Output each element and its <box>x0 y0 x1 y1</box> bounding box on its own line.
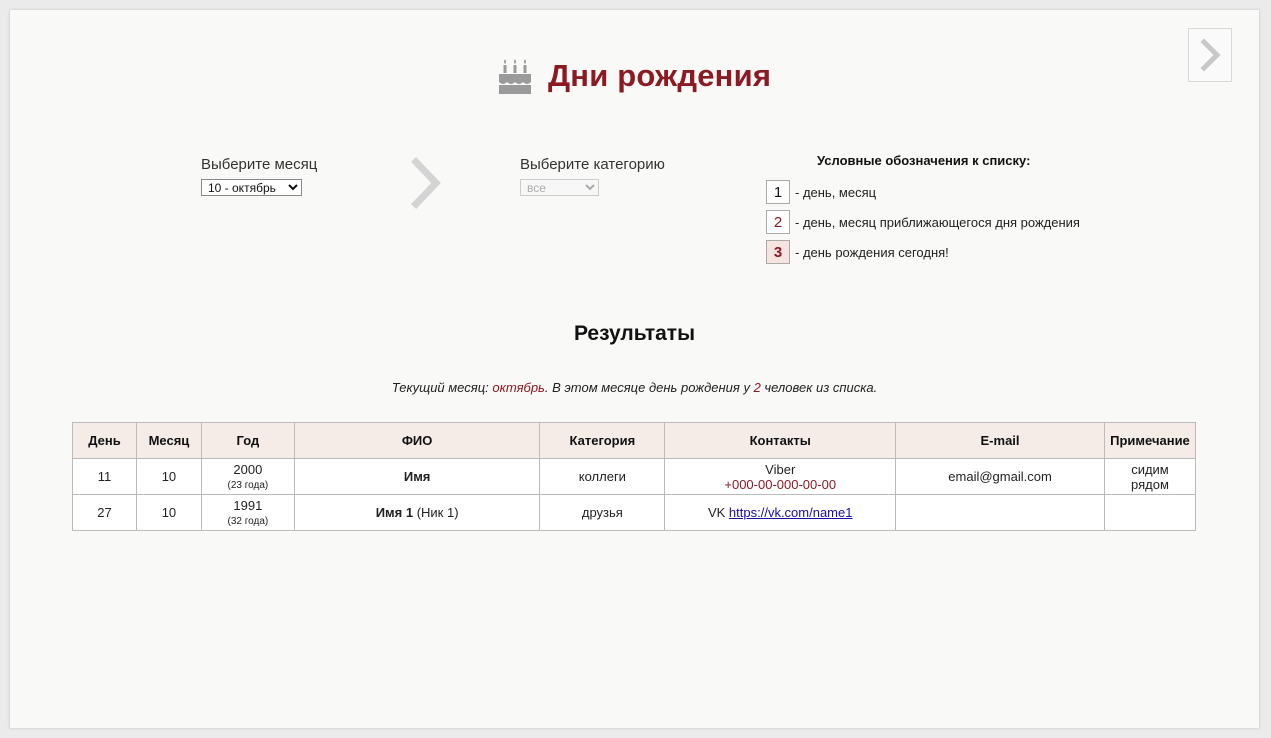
cell-month: 10 <box>135 494 202 531</box>
summary-suffix: человек из списка. <box>760 380 878 395</box>
category-label: Выберите категорию <box>520 156 665 173</box>
contact-vk-link[interactable]: https://vk.com/name1 <box>729 505 853 520</box>
cell-day: 27 <box>72 494 137 531</box>
cell-name: Имя 1 (Ник 1) <box>293 494 541 531</box>
legend-text: - день, месяц приближающегося дня рожден… <box>795 214 1080 230</box>
legend-title: Условные обозначения к списку: <box>817 153 1031 168</box>
legend-box-day: 1 <box>766 180 790 204</box>
chevron-right-icon <box>411 157 441 209</box>
legend-item: 2 - день, месяц приближающегося дня рожд… <box>766 210 1106 234</box>
contact-type: Viber <box>765 461 796 477</box>
year-value: 2000 <box>233 461 263 477</box>
cell-year: 2000 (23 года) <box>200 458 295 495</box>
person-nick: (Ник 1) <box>416 505 459 520</box>
results-title: Результаты <box>573 322 696 345</box>
cell-contacts: Viber +000-00-000-00-00 <box>664 458 897 495</box>
cell-email <box>895 494 1105 531</box>
step-arrow <box>410 156 444 215</box>
page-title: Дни рождения <box>548 58 772 93</box>
results-table: День Месяц Год ФИО Категория Контакты E-… <box>72 422 1197 531</box>
table-row: 11 10 2000 (23 года) Имя коллеги Viber +… <box>72 458 1197 495</box>
month-select[interactable]: 10 - октябрь <box>201 179 302 196</box>
summary-prefix: Текущий месяц: <box>391 380 493 395</box>
cell-note: сидим рядом <box>1103 458 1197 495</box>
cell-email: email@gmail.com <box>895 458 1105 495</box>
legend-box-today: 3 <box>766 240 790 264</box>
column-header-name[interactable]: ФИО <box>293 422 541 459</box>
column-header-category[interactable]: Категория <box>539 422 666 459</box>
legend-item: 1 - день, месяц <box>766 180 1106 204</box>
age-value: (23 года) <box>227 479 269 491</box>
cell-day: 11 <box>72 458 137 495</box>
month-filter: Выберите месяц 10 - октябрь <box>201 156 317 197</box>
category-filter: Выберите категорию все <box>520 156 665 197</box>
column-header-note[interactable]: Примечание <box>1103 422 1197 459</box>
column-header-email[interactable]: E-mail <box>895 422 1105 459</box>
category-select[interactable]: все <box>520 179 599 196</box>
legend: Условные обозначения к списку: 1 - день,… <box>766 153 1106 270</box>
cell-contacts: VK https://vk.com/name1 <box>664 494 897 531</box>
cell-month: 10 <box>135 458 202 495</box>
column-header-month[interactable]: Месяц <box>135 422 202 459</box>
person-name: Имя <box>403 469 431 484</box>
summary-count: 2 <box>753 380 761 395</box>
summary-middle: . В этом месяце день рождения у <box>544 380 754 395</box>
cell-category: друзья <box>539 494 666 531</box>
cell-category: коллеги <box>539 458 666 495</box>
legend-item: 3 - день рождения сегодня! <box>766 240 1106 264</box>
contact-type: VK <box>707 505 726 520</box>
birthday-cake-icon <box>499 59 531 94</box>
chevron-right-icon <box>1200 38 1221 72</box>
column-header-year[interactable]: Год <box>200 422 295 459</box>
table-row: 27 10 1991 (32 года) Имя 1 (Ник 1) друзь… <box>72 494 1197 531</box>
cell-year: 1991 (32 года) <box>200 494 295 531</box>
page-header: Дни рождения <box>498 54 771 98</box>
age-value: (32 года) <box>227 515 269 527</box>
month-label: Выберите месяц <box>201 156 318 173</box>
contact-phone[interactable]: +000-00-000-00-00 <box>671 477 889 492</box>
legend-text: - день рождения сегодня! <box>795 244 949 260</box>
cell-note <box>1103 494 1197 531</box>
year-value: 1991 <box>233 497 263 513</box>
legend-text: - день, месяц <box>795 184 877 200</box>
summary-month: октябрь <box>492 380 545 395</box>
person-name: Имя 1 <box>375 505 414 520</box>
table-header-row: День Месяц Год ФИО Категория Контакты E-… <box>72 422 1197 459</box>
column-header-day[interactable]: День <box>72 422 137 459</box>
next-page-button[interactable] <box>1188 28 1232 82</box>
column-header-contacts[interactable]: Контакты <box>664 422 897 459</box>
cell-name: Имя <box>293 458 541 495</box>
legend-box-upcoming: 2 <box>766 210 790 234</box>
page: Дни рождения Выберите месяц 10 - октябрь… <box>10 10 1259 728</box>
results-summary: Текущий месяц: октябрь. В этом месяце де… <box>10 380 1259 395</box>
